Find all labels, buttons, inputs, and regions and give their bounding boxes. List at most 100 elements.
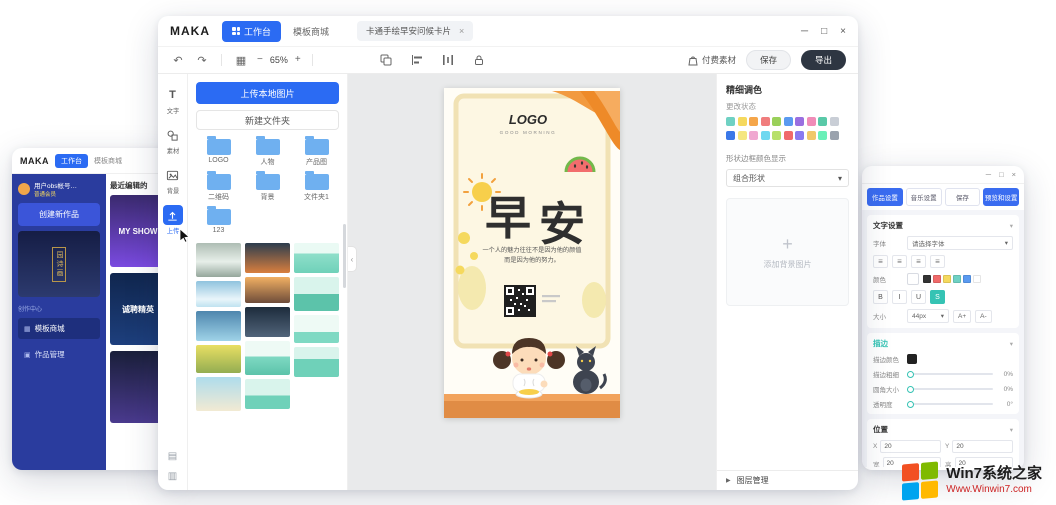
color-swatch[interactable]	[807, 131, 816, 140]
close-tab-icon[interactable]: ×	[459, 26, 464, 36]
tab-workspace[interactable]: 工作台	[55, 154, 88, 168]
color-swatch[interactable]	[818, 131, 827, 140]
tab-template-market[interactable]: 模板商城	[94, 156, 122, 166]
illustration-thumbnail[interactable]	[294, 277, 339, 311]
color-swatch[interactable]	[738, 117, 747, 126]
photo-thumbnail[interactable]	[196, 281, 241, 307]
rail-item-background[interactable]: 背景	[159, 162, 187, 199]
folder-item[interactable]: 二维码	[196, 174, 241, 202]
distribute-icon[interactable]	[440, 52, 456, 68]
color-swatch[interactable]	[761, 131, 770, 140]
color-swatch[interactable]	[973, 275, 981, 283]
export-button[interactable]: 导出	[801, 50, 846, 70]
illustration-thumbnail[interactable]	[245, 341, 290, 375]
chevron-down-icon[interactable]: ▾	[1010, 426, 1013, 434]
color-swatch[interactable]	[749, 131, 758, 140]
sidebar-item-work-management[interactable]: ▣ 作品管理	[18, 344, 100, 365]
photo-thumbnail[interactable]	[245, 307, 290, 337]
color-swatch[interactable]	[784, 117, 793, 126]
color-swatch[interactable]	[761, 117, 770, 126]
color-swatch[interactable]	[738, 131, 747, 140]
slider[interactable]	[907, 373, 993, 375]
color-swatch[interactable]	[933, 275, 941, 283]
align-left-icon[interactable]	[409, 52, 425, 68]
rail-item-text[interactable]: T 文字	[159, 82, 187, 119]
maximize-icon[interactable]: □	[999, 170, 1004, 179]
folder-item[interactable]: 产品图	[294, 139, 339, 167]
save-button[interactable]: 保存	[945, 188, 981, 206]
panel-collapse-handle[interactable]: ‹	[348, 246, 357, 272]
color-swatch[interactable]	[953, 275, 961, 283]
chevron-down-icon[interactable]: ▾	[1010, 222, 1013, 230]
photo-thumbnail[interactable]	[245, 243, 290, 273]
user-info[interactable]: 用户obs帐号… 普通会员	[18, 180, 100, 198]
font-size-select[interactable]: 44px ▾	[907, 309, 949, 323]
maximize-icon[interactable]: □	[821, 26, 827, 37]
rail-bottom-icon-2[interactable]: ▥	[168, 471, 177, 482]
rail-bottom-icon-1[interactable]: ▤	[168, 451, 177, 462]
poster-headline-1[interactable]: 早	[485, 192, 531, 244]
folder-item[interactable]: LOGO	[196, 139, 241, 167]
poster-quote-line1[interactable]: 一个人的魅力往往不是因为他的颜值	[483, 246, 582, 254]
font-select[interactable]: 请选择字体 ▾	[907, 236, 1013, 250]
board-icon[interactable]: ▦	[233, 52, 249, 68]
music-settings-button[interactable]: 音乐设置	[906, 188, 942, 206]
rail-item-material[interactable]: 素材	[159, 122, 187, 159]
text-style-b-button[interactable]: B	[873, 290, 888, 304]
align-right-button[interactable]: ≡	[911, 255, 926, 268]
zoom-out-button[interactable]: −	[257, 55, 263, 65]
illustration-thumbnail[interactable]	[294, 347, 339, 377]
tab-template-market[interactable]: 模板商城	[293, 25, 329, 38]
redo-icon[interactable]: ↷	[194, 52, 210, 68]
add-image-placeholder[interactable]: + 添加背景图片	[726, 198, 849, 306]
layers-manager-bar[interactable]: ▶ 图层管理	[717, 470, 858, 490]
color-swatch[interactable]	[830, 131, 839, 140]
new-folder-button[interactable]: 新建文件夹	[196, 110, 339, 130]
folder-item[interactable]: 文件夹1	[294, 174, 339, 202]
photo-thumbnail[interactable]	[245, 277, 290, 303]
rail-item-upload[interactable]: 上传	[159, 202, 187, 239]
poster-artboard[interactable]: LOGO GOOD MORNING 早 安	[444, 88, 620, 418]
lock-icon[interactable]	[471, 52, 487, 68]
photo-thumbnail[interactable]	[196, 243, 241, 277]
illustration-thumbnail[interactable]	[245, 379, 290, 409]
minimize-icon[interactable]: ─	[986, 170, 991, 179]
color-swatch[interactable]	[818, 117, 827, 126]
close-icon[interactable]: ×	[1012, 170, 1016, 179]
color-swatch[interactable]	[963, 275, 971, 283]
paid-material-button[interactable]: 付费素材	[688, 54, 736, 66]
stroke-color-swatch[interactable]	[907, 354, 917, 364]
upload-local-image-button[interactable]: 上传本地图片	[196, 82, 339, 104]
slider[interactable]	[907, 403, 993, 405]
zoom-in-button[interactable]: +	[295, 55, 301, 65]
color-swatch[interactable]	[923, 275, 931, 283]
illustration-thumbnail[interactable]	[294, 243, 339, 273]
photo-thumbnail[interactable]	[196, 345, 241, 373]
color-swatch[interactable]	[830, 117, 839, 126]
color-swatch[interactable]	[726, 117, 735, 126]
color-swatch[interactable]	[795, 131, 804, 140]
minimize-icon[interactable]: ─	[801, 26, 808, 37]
canvas[interactable]: ‹ LOGO GOOD MORNING	[348, 74, 716, 490]
color-swatch[interactable]	[807, 117, 816, 126]
qr-code[interactable]	[504, 285, 536, 317]
duplicate-icon[interactable]	[378, 52, 394, 68]
close-icon[interactable]: ×	[840, 26, 846, 37]
custom-color-box[interactable]	[907, 273, 919, 285]
tab-workspace[interactable]: 工作台	[222, 21, 281, 42]
save-button[interactable]: 保存	[746, 50, 791, 70]
illustration-thumbnail[interactable]	[294, 315, 339, 343]
text-style-i-button[interactable]: I	[892, 290, 907, 304]
shape-select[interactable]: 组合形状 ▾	[726, 169, 849, 187]
color-swatch[interactable]	[943, 275, 951, 283]
color-swatch[interactable]	[784, 131, 793, 140]
photo-thumbnail[interactable]	[196, 311, 241, 341]
text-style-u-button[interactable]: U	[911, 290, 926, 304]
document-tab[interactable]: 卡通手绘早安问候卡片 ×	[357, 21, 473, 41]
align-left-button[interactable]: ≡	[873, 255, 888, 268]
color-swatch[interactable]	[795, 117, 804, 126]
work-settings-button[interactable]: 作品设置	[867, 188, 903, 206]
color-swatch[interactable]	[749, 117, 758, 126]
sidebar-item-template-market[interactable]: ▦ 模板商城	[18, 318, 100, 339]
font-size-increase-button[interactable]: A+	[953, 310, 971, 323]
